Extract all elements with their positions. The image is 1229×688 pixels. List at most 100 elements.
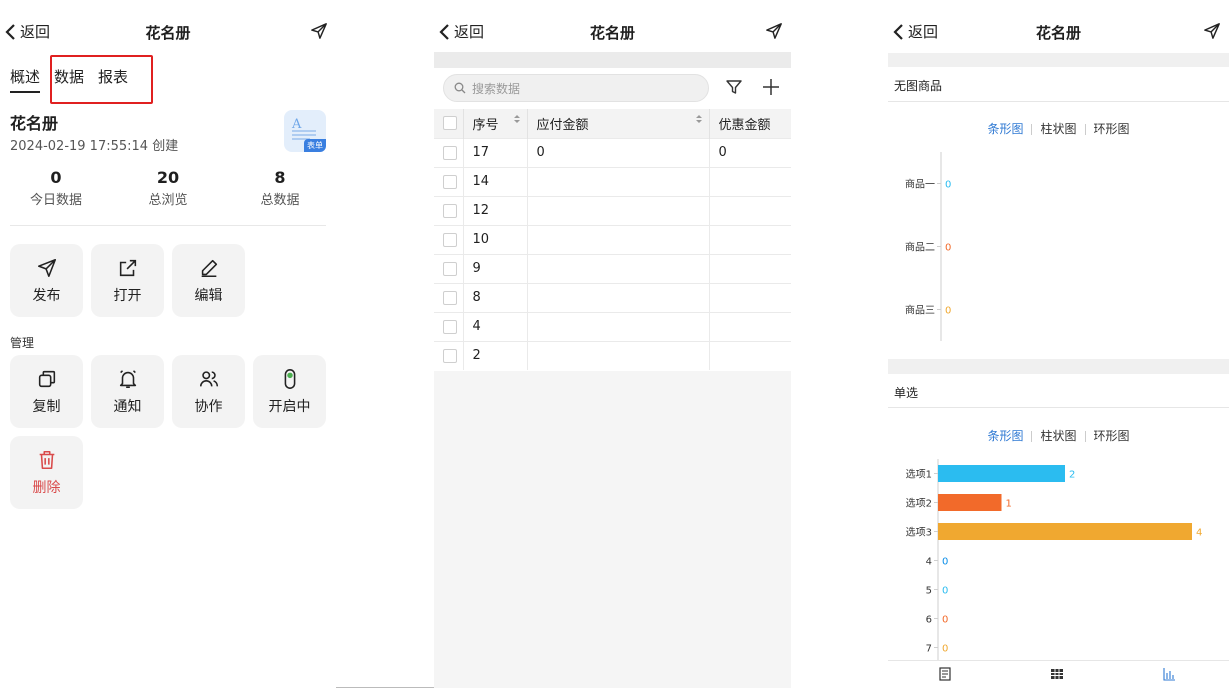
send-icon[interactable] (765, 22, 783, 40)
search-input[interactable]: 搜索数据 (443, 74, 709, 102)
column-header[interactable]: 应付金额 (527, 109, 710, 138)
table-row[interactable]: 9 (434, 253, 791, 283)
table-cell[interactable] (527, 166, 710, 196)
tile-label: 协作 (194, 398, 223, 415)
publish-button[interactable]: 发布 (10, 244, 83, 317)
table-cell[interactable] (527, 195, 710, 225)
select-all-checkbox[interactable] (443, 116, 457, 131)
enabled-toggle-button[interactable]: 开启中 (253, 355, 326, 428)
table-cell[interactable] (527, 282, 710, 312)
copy-button[interactable]: 复制 (10, 355, 83, 428)
gap (336, 0, 434, 688)
users-icon (199, 370, 218, 386)
table-cell[interactable] (709, 253, 791, 283)
stats-row: 0 今日数据 20 总浏览 8 总数据 (0, 168, 336, 208)
column-header[interactable]: 序号 (463, 109, 528, 138)
row-select-cell[interactable] (434, 137, 464, 167)
highlight-box (50, 55, 153, 104)
table-cell[interactable]: 9 (463, 253, 528, 283)
divider (888, 407, 1229, 408)
table-cell[interactable]: 4 (463, 311, 528, 341)
stat-label: 今日数据 (29, 193, 82, 208)
table-cell[interactable] (709, 195, 791, 225)
chart-category-label: 4 (926, 557, 932, 568)
row-select-cell[interactable] (434, 195, 464, 225)
row-select-cell[interactable] (434, 311, 464, 341)
table-cell[interactable]: 12 (463, 195, 528, 225)
row-checkbox[interactable] (443, 290, 457, 305)
column-header[interactable]: 优惠金额 (709, 109, 791, 138)
table-cell[interactable]: 10 (463, 224, 528, 254)
row-select-cell[interactable] (434, 253, 464, 283)
sort-icon[interactable] (695, 114, 703, 124)
table-cell[interactable] (709, 224, 791, 254)
tab-bar-chart[interactable]: 条形图 (979, 429, 1031, 443)
table-row[interactable]: 10 (434, 224, 791, 254)
select-all-cell[interactable] (434, 109, 464, 138)
tab-column-chart[interactable]: 柱状图 (1032, 429, 1084, 443)
tab-bar-chart[interactable]: 条形图 (979, 122, 1031, 136)
chart-icon[interactable] (1162, 667, 1176, 681)
row-select-cell[interactable] (434, 224, 464, 254)
table-cell[interactable]: 0 (527, 137, 710, 167)
data-panel: 返回 花名册 搜索数据 序号 应付金额 优惠金额 17 0 0 14 12 10 9 8 4 2 (434, 0, 791, 688)
row-checkbox[interactable] (443, 145, 457, 160)
table-cell[interactable] (709, 311, 791, 341)
tab-column-chart[interactable]: 柱状图 (1032, 122, 1084, 136)
stat-total: 8 总数据 (224, 168, 336, 208)
row-select-cell[interactable] (434, 282, 464, 312)
table-row[interactable]: 4 (434, 311, 791, 341)
table-row[interactable]: 8 (434, 282, 791, 312)
delete-button[interactable]: 删除 (10, 436, 83, 509)
edit-button[interactable]: 编辑 (172, 244, 245, 317)
add-icon[interactable] (762, 78, 780, 96)
separator-band (434, 52, 791, 68)
tab-donut-chart[interactable]: 环形图 (1086, 122, 1138, 136)
row-checkbox[interactable] (443, 261, 457, 276)
table-cell[interactable] (709, 282, 791, 312)
stat-views: 20 总浏览 (112, 168, 224, 208)
row-checkbox[interactable] (443, 174, 457, 189)
table-row[interactable]: 14 (434, 166, 791, 196)
table-icon[interactable] (1050, 667, 1064, 681)
table-cell[interactable] (527, 253, 710, 283)
tab-donut-chart[interactable]: 环形图 (1086, 429, 1138, 443)
top-bar: 返回 花名册 (888, 14, 1229, 52)
table-cell[interactable] (709, 166, 791, 196)
row-select-cell[interactable] (434, 340, 464, 370)
tile-label: 发布 (32, 287, 61, 304)
table-row[interactable]: 2 (434, 340, 791, 370)
column-header-label: 优惠金额 (718, 117, 771, 133)
table-cell[interactable] (709, 340, 791, 370)
send-icon[interactable] (310, 22, 328, 40)
sort-icon[interactable] (513, 114, 521, 124)
row-checkbox[interactable] (443, 319, 457, 334)
row-checkbox[interactable] (443, 348, 457, 363)
send-icon[interactable] (1203, 22, 1221, 40)
notify-button[interactable]: 通知 (91, 355, 164, 428)
search-icon (454, 82, 466, 94)
document-icon[interactable] (938, 667, 952, 681)
chart-goods: 商品一 0 商品二 0 商品三 0 (905, 152, 951, 341)
tab-overview[interactable]: 概述 (10, 66, 41, 93)
collaborate-button[interactable]: 协作 (172, 355, 245, 428)
table-cell[interactable] (527, 340, 710, 370)
table-cell[interactable] (527, 311, 710, 341)
divider (10, 225, 326, 226)
table-row[interactable]: 12 (434, 195, 791, 225)
row-checkbox[interactable] (443, 232, 457, 247)
chart-category-label: 商品一 (905, 178, 935, 191)
table-cell[interactable]: 14 (463, 166, 528, 196)
row-select-cell[interactable] (434, 166, 464, 196)
table-cell[interactable]: 2 (463, 340, 528, 370)
table-cell[interactable]: 8 (463, 282, 528, 312)
table-cell[interactable]: 17 (463, 137, 528, 167)
table-row[interactable]: 17 0 0 (434, 137, 791, 167)
row-checkbox[interactable] (443, 203, 457, 218)
overview-panel: 返回 花名册 概述 数据 报表 花名册 2024-02-19 17:55:14 … (0, 0, 336, 688)
tile-label: 开启中 (268, 398, 311, 415)
filter-icon[interactable] (726, 79, 742, 95)
open-button[interactable]: 打开 (91, 244, 164, 317)
table-cell[interactable] (527, 224, 710, 254)
table-cell[interactable]: 0 (709, 137, 791, 167)
